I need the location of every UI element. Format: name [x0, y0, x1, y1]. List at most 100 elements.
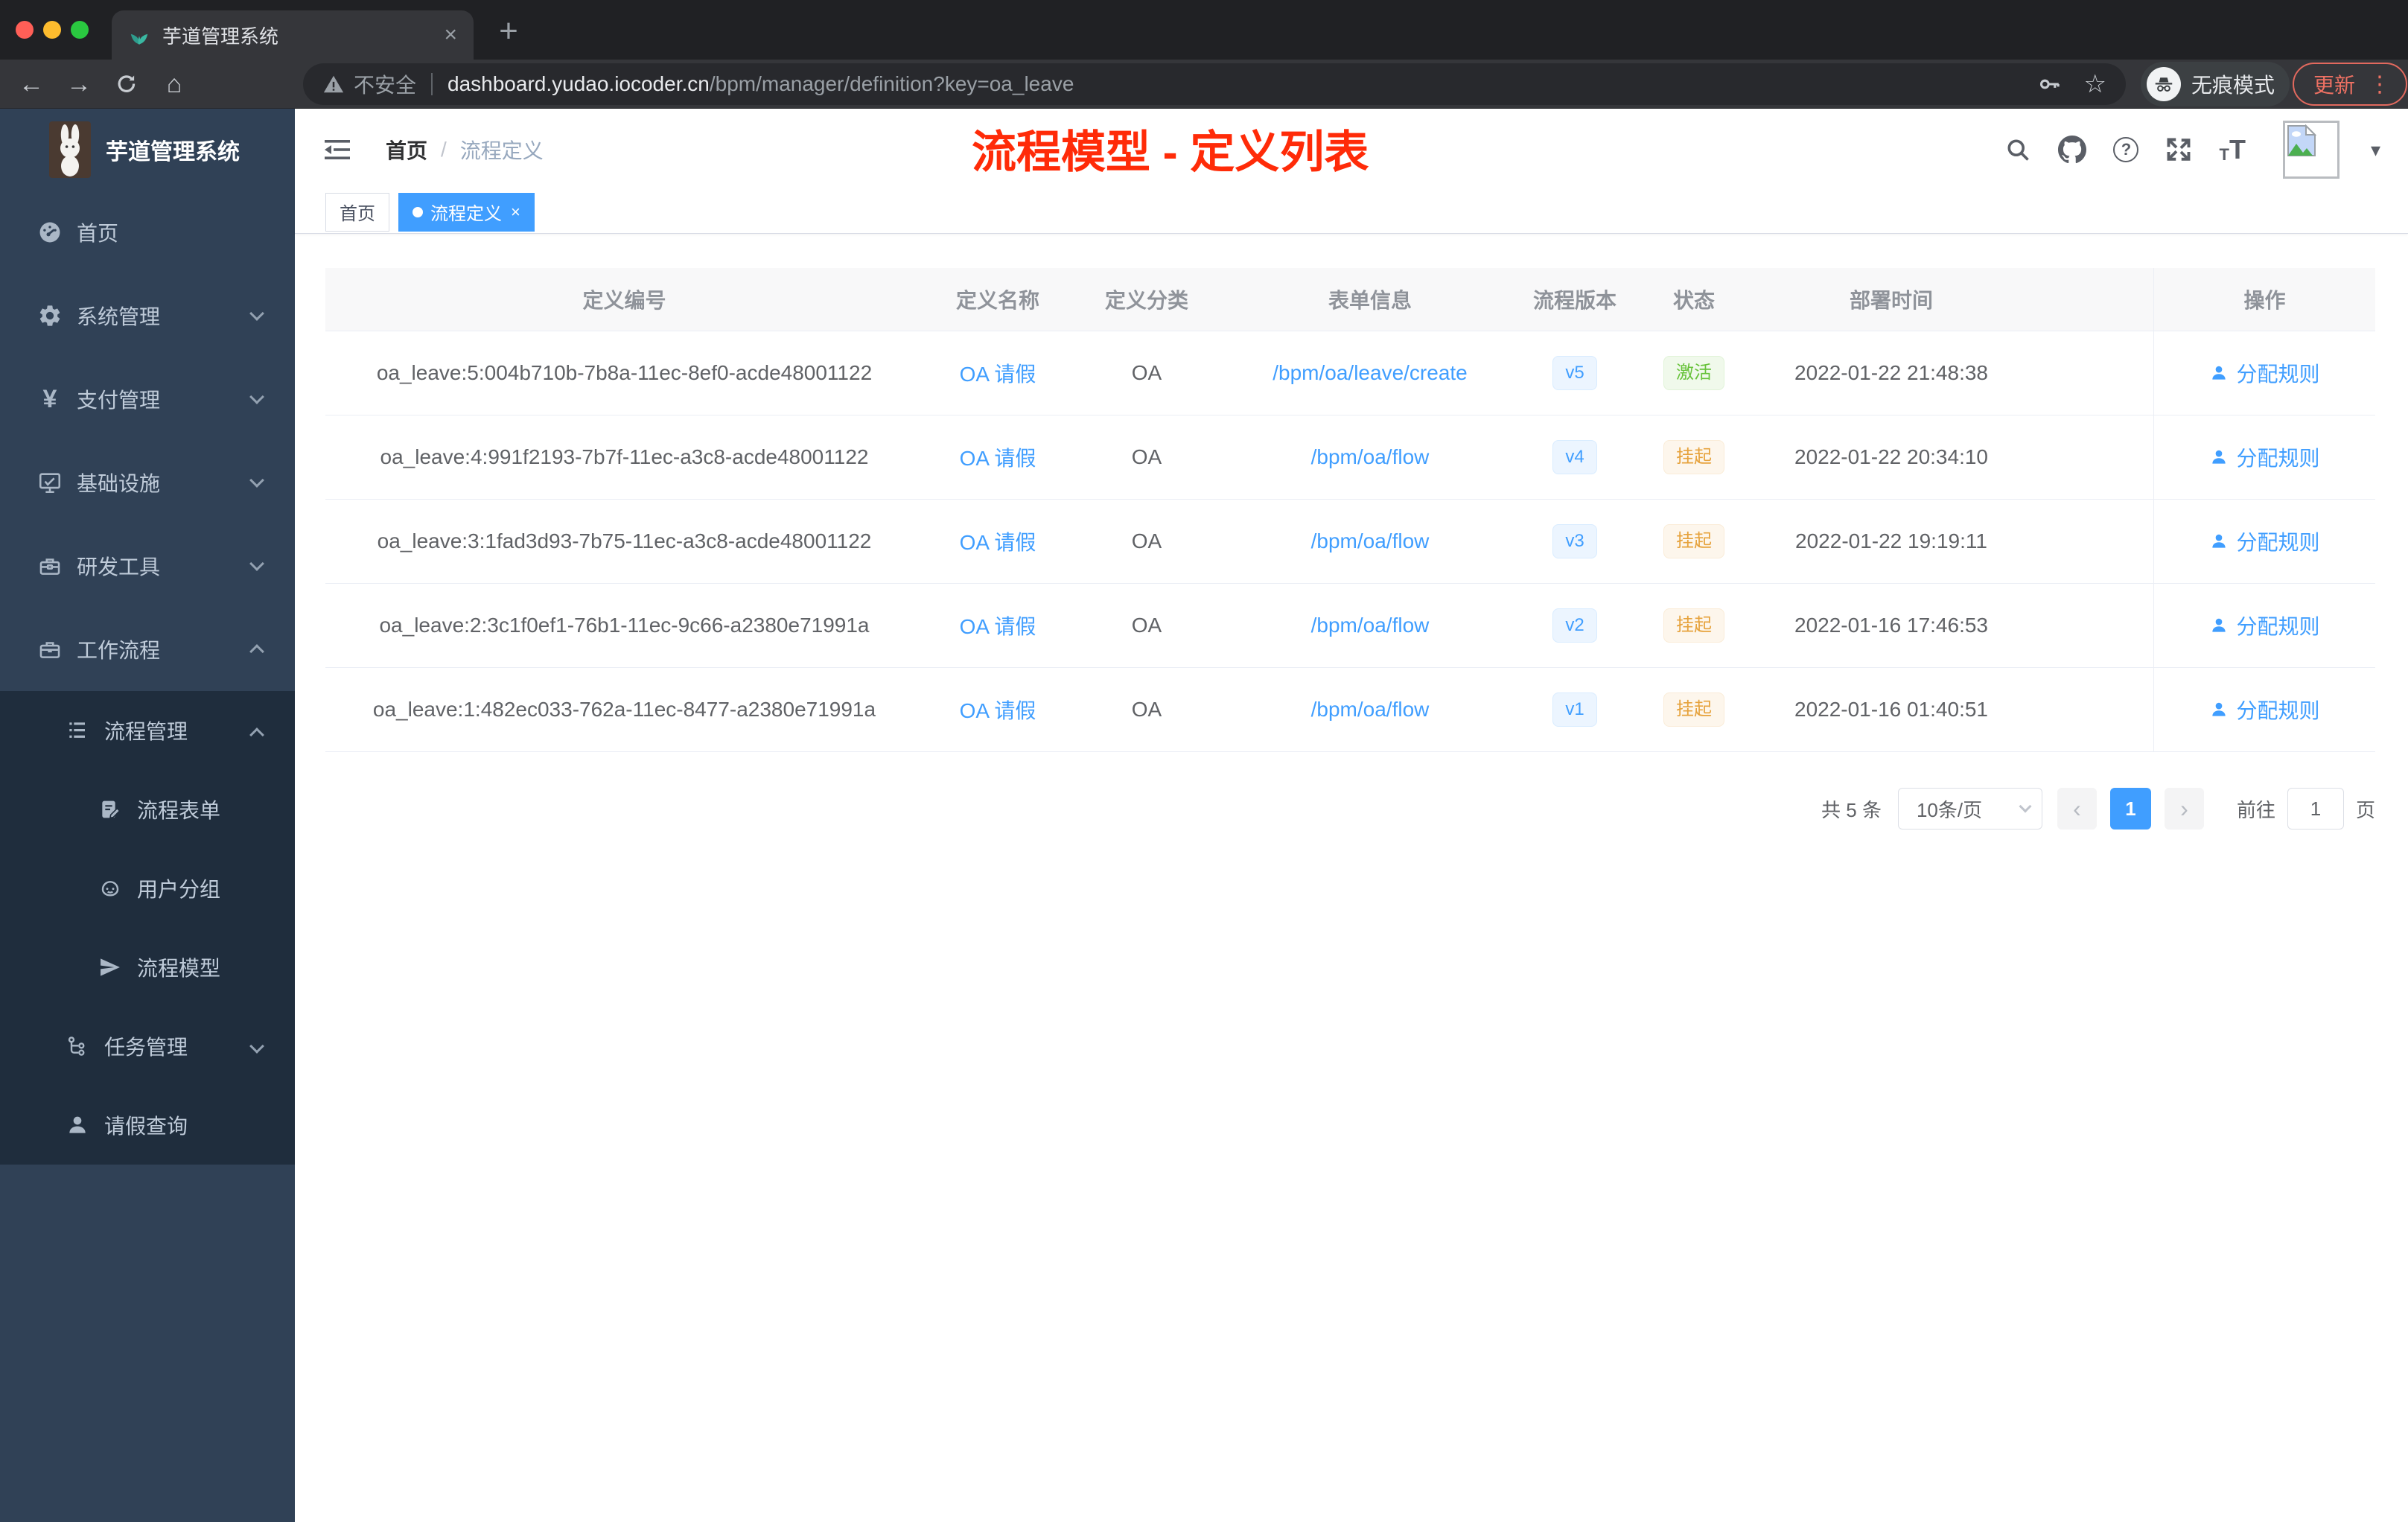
app-header: 首页 / 流程定义 流程模型 - 定义列表 ? TT ▾ [295, 109, 2408, 191]
chevron-down-icon [249, 556, 264, 571]
sidebar-item-home[interactable]: 首页 [0, 191, 295, 274]
definition-name-link[interactable]: OA 请假 [960, 447, 1036, 470]
avatar[interactable] [2282, 121, 2339, 179]
form-link[interactable]: /bpm/oa/flow [1311, 614, 1430, 637]
tags-view-bar: 首页 流程定义 × [295, 191, 2408, 234]
dashboard-icon [36, 220, 63, 245]
send-icon [97, 955, 124, 979]
sidebar-item-system[interactable]: 系统管理 [0, 274, 295, 357]
column-header: 定义分类 [1104, 289, 1188, 312]
favicon-sprout-icon [128, 24, 150, 46]
column-header: 表单信息 [1328, 289, 1412, 312]
assign-rule-button[interactable]: 分配规则 [2209, 695, 2320, 725]
form-link[interactable]: /bpm/oa/leave/create [1273, 361, 1468, 384]
sidebar-item-label: 基础设施 [77, 472, 161, 495]
font-size-icon[interactable]: TT [2219, 136, 2245, 163]
form-link[interactable]: /bpm/oa/flow [1311, 698, 1430, 721]
column-header: 操作 [2153, 268, 2375, 331]
sidebar-item-payment[interactable]: ¥ 支付管理 [0, 357, 295, 441]
sidebar-item-process-management[interactable]: 流程管理 [0, 691, 295, 770]
back-icon[interactable]: ← [10, 60, 52, 109]
group-icon [97, 876, 124, 900]
sidebar-item-label: 首页 [77, 222, 119, 245]
window-close-button[interactable] [16, 21, 34, 39]
avatar-caret-icon[interactable]: ▾ [2371, 138, 2380, 162]
password-key-icon[interactable] [2036, 71, 2062, 97]
tag-label: 流程定义 [430, 204, 502, 224]
cell-category: OA [1131, 445, 1162, 468]
tag-process-definition[interactable]: 流程定义 × [398, 192, 535, 232]
goto-suffix: 页 [2355, 798, 2375, 821]
browser-tab[interactable]: 芋道管理系统 × [112, 10, 474, 60]
bookmark-star-icon[interactable]: ☆ [2084, 69, 2106, 99]
sidebar-item-label: 流程管理 [104, 720, 188, 743]
sidebar-item-infrastructure[interactable]: 基础设施 [0, 441, 295, 524]
sidebar-collapse-icon[interactable] [323, 138, 351, 162]
status-badge: 挂起 [1663, 692, 1724, 727]
github-icon[interactable] [2058, 136, 2087, 164]
breadcrumb-home[interactable]: 首页 [386, 135, 427, 165]
chevron-up-icon [249, 644, 264, 659]
form-link[interactable]: /bpm/oa/flow [1311, 445, 1430, 468]
assign-rule-button[interactable]: 分配规则 [2209, 442, 2320, 472]
sidebar-item-task-management[interactable]: 任务管理 [0, 1007, 295, 1086]
reload-icon[interactable] [106, 60, 147, 109]
definition-name-link[interactable]: OA 请假 [960, 615, 1036, 638]
status-badge: 激活 [1663, 356, 1724, 390]
user-icon [2212, 450, 2226, 464]
url-path: /bpm/manager/definition?key=oa_leave [709, 72, 1074, 95]
user-icon [2212, 702, 2226, 716]
sidebar-item-leave-query[interactable]: 请假查询 [0, 1086, 295, 1165]
window-zoom-button[interactable] [71, 21, 89, 39]
security-warning-icon[interactable] [322, 73, 345, 95]
table-header-row: 定义编号 定义名称 定义分类 表单信息 流程版本 状态 部署时间 操作 [325, 268, 2375, 331]
assign-rule-button[interactable]: 分配规则 [2209, 526, 2320, 556]
sidebar-item-user-group[interactable]: 用户分组 [0, 849, 295, 928]
next-page-button[interactable]: › [2164, 788, 2204, 830]
status-badge: 挂起 [1663, 524, 1724, 558]
assign-rule-button[interactable]: 分配规则 [2209, 611, 2320, 640]
sidebar-item-label: 流程表单 [137, 799, 221, 822]
search-icon[interactable] [2004, 136, 2031, 163]
new-tab-button[interactable]: + [488, 10, 529, 52]
tab-title: 芋道管理系统 [162, 25, 279, 48]
sidebar-item-process-form[interactable]: 流程表单 [0, 770, 295, 849]
prev-page-button[interactable]: ‹ [2057, 788, 2097, 830]
home-icon[interactable]: ⌂ [153, 60, 195, 109]
assign-rule-button[interactable]: 分配规则 [2209, 358, 2320, 388]
browser-tabstrip: 芋道管理系统 × + [0, 0, 2408, 60]
page-number-button[interactable]: 1 [2109, 788, 2151, 830]
tab-close-icon[interactable]: × [444, 22, 457, 48]
page-size-select[interactable]: 10条/页 [1897, 788, 2042, 830]
sidebar-item-label: 用户分组 [137, 878, 221, 901]
definition-name-link[interactable]: OA 请假 [960, 699, 1036, 722]
browser-menu-icon[interactable]: ⋮ [2369, 71, 2391, 98]
security-label[interactable]: 不安全 [354, 69, 416, 99]
forward-icon[interactable]: → [58, 60, 100, 109]
url-bar[interactable]: 不安全 dashboard.yudao.iocoder.cn/bpm/manag… [303, 63, 2126, 105]
fullscreen-icon[interactable] [2165, 136, 2192, 163]
window-minimize-button[interactable] [43, 21, 61, 39]
sidebar-item-label: 请假查询 [104, 1115, 188, 1138]
definition-name-link[interactable]: OA 请假 [960, 531, 1036, 554]
definition-name-link[interactable]: OA 请假 [960, 363, 1036, 386]
tag-home[interactable]: 首页 [325, 192, 389, 232]
goto-page-input[interactable]: 1 [2287, 788, 2344, 830]
page-size-value: 10条/页 [1916, 798, 1983, 821]
column-header: 状态 [1672, 289, 1715, 312]
sidebar-item-workflow[interactable]: 工作流程 [0, 608, 295, 691]
column-header: 定义编号 [582, 289, 666, 312]
form-link[interactable]: /bpm/oa/flow [1311, 529, 1430, 553]
version-badge: v2 [1552, 608, 1597, 643]
sidebar-item-label: 支付管理 [77, 389, 161, 412]
incognito-icon [2147, 67, 2181, 101]
cell-category: OA [1131, 614, 1162, 637]
tag-close-icon[interactable]: × [511, 203, 520, 222]
sidebar-item-devtools[interactable]: 研发工具 [0, 524, 295, 608]
browser-toolbar: ← → ⌂ 不安全 dashboard.yudao.iocoder.cn/bpm… [0, 60, 2408, 109]
table-row: oa_leave:3:1fad3d93-7b75-11ec-a3c8-acde4… [325, 500, 2375, 584]
cell-deploy-time: 2022-01-16 01:40:51 [1794, 698, 1988, 721]
sidebar-item-process-model[interactable]: 流程模型 [0, 928, 295, 1007]
chrome-update-button[interactable]: 更新 ⋮ [2293, 63, 2408, 106]
help-icon[interactable]: ? [2113, 137, 2139, 162]
